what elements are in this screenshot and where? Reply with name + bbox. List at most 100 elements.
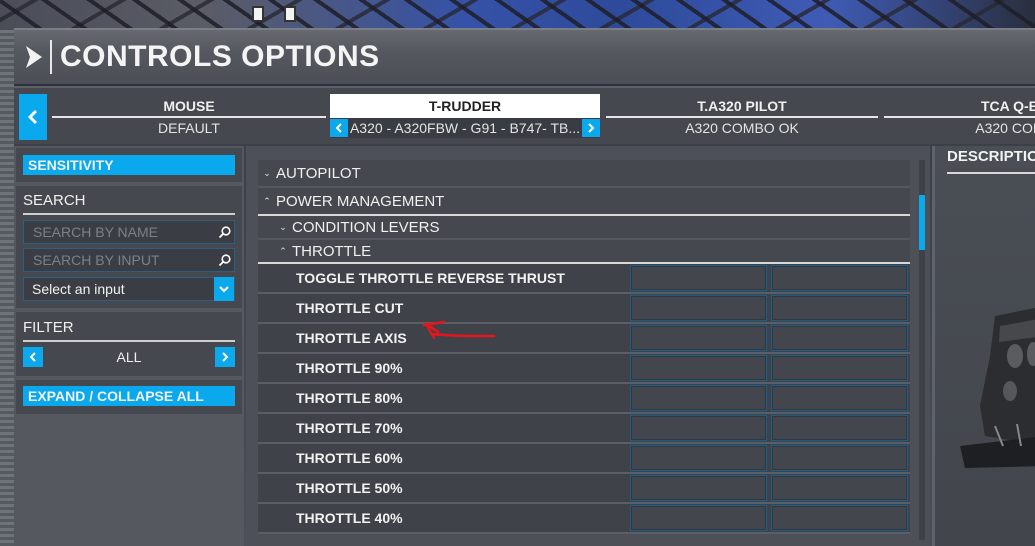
secondary-input-slot[interactable] [771, 445, 908, 471]
sensitivity-button[interactable]: SENSITIVITY [23, 155, 235, 175]
primary-input-slot[interactable] [630, 355, 767, 381]
filter-next-button[interactable] [215, 347, 235, 367]
primary-input-slot[interactable] [630, 265, 767, 291]
select-input-dropdown[interactable]: Select an input [23, 277, 235, 301]
binding-row[interactable]: THROTTLE CUT [258, 294, 910, 324]
category-throttle[interactable]: ⌃ THROTTLE [258, 240, 910, 264]
binding-row[interactable]: THROTTLE 80% [258, 384, 910, 414]
binding-row[interactable]: THROTTLE AXIS [258, 324, 910, 354]
chevron-down-icon[interactable] [214, 277, 234, 301]
search-icon[interactable] [214, 253, 234, 267]
binding-label: THROTTLE 60% [296, 450, 403, 466]
title-bar: CONTROLS OPTIONS [14, 28, 1035, 84]
primary-input-slot[interactable] [630, 415, 767, 441]
search-by-input-field [23, 248, 235, 272]
binding-row[interactable]: THROTTLE 70% [258, 414, 910, 444]
device-tab-mouse[interactable]: MOUSE DEFAULT [52, 94, 326, 140]
binding-label: THROTTLE 90% [296, 360, 403, 376]
device-tab-tca-q-eng[interactable]: TCA Q-ENG A320 COMBO [884, 94, 1035, 140]
binding-row[interactable]: TOGGLE THROTTLE REVERSE THRUST [258, 264, 910, 294]
secondary-input-slot[interactable] [771, 295, 908, 321]
device-profile: DEFAULT [158, 120, 220, 136]
profile-selector: A320 - A320FBW - G91 - B747- TB... [330, 118, 600, 138]
filter-previous-button[interactable] [23, 347, 43, 367]
category-power-management[interactable]: ⌃ POWER MANAGEMENT [258, 188, 910, 216]
scrollbar-thumb[interactable] [919, 195, 925, 250]
binding-label: TOGGLE THROTTLE REVERSE THRUST [296, 270, 565, 286]
search-by-name-input[interactable] [24, 221, 214, 243]
hangar-background [0, 0, 1035, 30]
bindings-list: ⌄ AUTOPILOT ⌃ POWER MANAGEMENT ⌄ CONDITI… [258, 160, 910, 534]
primary-input-slot[interactable] [630, 325, 767, 351]
filter-value: ALL [116, 349, 142, 365]
binding-label: THROTTLE 40% [296, 510, 403, 526]
background-strip [0, 30, 14, 546]
primary-input-slot[interactable] [630, 505, 767, 531]
category-label: THROTTLE [292, 242, 372, 260]
previous-device-button[interactable] [19, 94, 47, 140]
device-name: T-RUDDER [330, 94, 600, 118]
device-profile: A320 COMBO OK [685, 120, 799, 136]
ceiling-light [252, 6, 264, 22]
device-profile: A320 COMBO [975, 120, 1035, 136]
primary-input-slot[interactable] [630, 385, 767, 411]
chevron-right-icon [588, 123, 595, 133]
binding-label: THROTTLE CUT [296, 300, 404, 316]
next-profile-button[interactable] [582, 119, 600, 137]
search-heading: SEARCH [23, 192, 235, 215]
page-title: CONTROLS OPTIONS [60, 40, 380, 73]
binding-row[interactable]: THROTTLE 50% [258, 474, 910, 504]
filter-selector: ALL [23, 347, 235, 367]
secondary-input-slot[interactable] [771, 265, 908, 291]
secondary-input-slot[interactable] [771, 415, 908, 441]
primary-input-slot[interactable] [630, 445, 767, 471]
secondary-input-slot[interactable] [771, 355, 908, 381]
secondary-input-slot[interactable] [771, 475, 908, 501]
device-tab-t-rudder[interactable]: T-RUDDER A320 - A320FBW - G91 - B747- TB… [330, 94, 600, 140]
secondary-input-slot[interactable] [771, 325, 908, 351]
expand-collapse-all-button[interactable]: EXPAND / COLLAPSE ALL [23, 386, 235, 406]
scrollbar[interactable] [919, 160, 925, 540]
sensitivity-block: SENSITIVITY [16, 148, 242, 182]
chevron-right-icon [24, 43, 44, 71]
chevron-down-icon: ⌄ [279, 221, 287, 232]
category-autopilot[interactable]: ⌄ AUTOPILOT [258, 160, 910, 188]
select-input-value: Select an input [32, 281, 125, 297]
previous-profile-button[interactable] [330, 119, 348, 137]
search-by-input-input[interactable] [24, 249, 214, 271]
secondary-input-slot[interactable] [771, 385, 908, 411]
ceiling-light [284, 6, 296, 22]
chevron-up-icon: ⌃ [279, 245, 287, 256]
description-panel: DESCRIPTION [932, 146, 1035, 546]
search-icon[interactable] [214, 225, 234, 239]
secondary-input-slot[interactable] [771, 505, 908, 531]
binding-label: THROTTLE 70% [296, 420, 403, 436]
device-tab-bar: MOUSE DEFAULT T-RUDDER A320 - A320FBW - … [14, 86, 1035, 144]
category-condition-levers[interactable]: ⌄ CONDITION LEVERS [258, 216, 910, 240]
chevron-left-icon [27, 109, 38, 125]
chevron-left-icon [29, 352, 36, 362]
binding-label: THROTTLE 80% [296, 390, 403, 406]
binding-row[interactable]: THROTTLE 60% [258, 444, 910, 474]
chevron-down-icon: ⌄ [263, 167, 271, 178]
search-block: SEARCH Select an input [16, 186, 242, 308]
primary-input-slot[interactable] [630, 475, 767, 501]
binding-row[interactable]: THROTTLE 40% [258, 504, 910, 534]
title-separator [50, 40, 52, 74]
description-title: DESCRIPTION [947, 148, 1035, 165]
category-label: CONDITION LEVERS [292, 218, 440, 236]
search-by-name-field [23, 220, 235, 244]
rudder-pedals-image [960, 308, 1035, 468]
expand-collapse-block: EXPAND / COLLAPSE ALL [16, 380, 242, 414]
chevron-right-icon [222, 352, 229, 362]
device-tab-t-a320-pilot[interactable]: T.A320 PILOT A320 COMBO OK [606, 94, 878, 140]
primary-input-slot[interactable] [630, 295, 767, 321]
binding-label: THROTTLE 50% [296, 480, 403, 496]
chevron-up-icon: ⌃ [263, 195, 271, 206]
filter-block: FILTER ALL [16, 312, 242, 376]
binding-row[interactable]: THROTTLE 90% [258, 354, 910, 384]
device-profile: A320 - A320FBW - G91 - B747- TB... [349, 120, 581, 136]
bindings-panel: ⌄ AUTOPILOT ⌃ POWER MANAGEMENT ⌄ CONDITI… [246, 146, 930, 546]
filter-heading: FILTER [23, 319, 235, 342]
chevron-left-icon [335, 123, 342, 133]
